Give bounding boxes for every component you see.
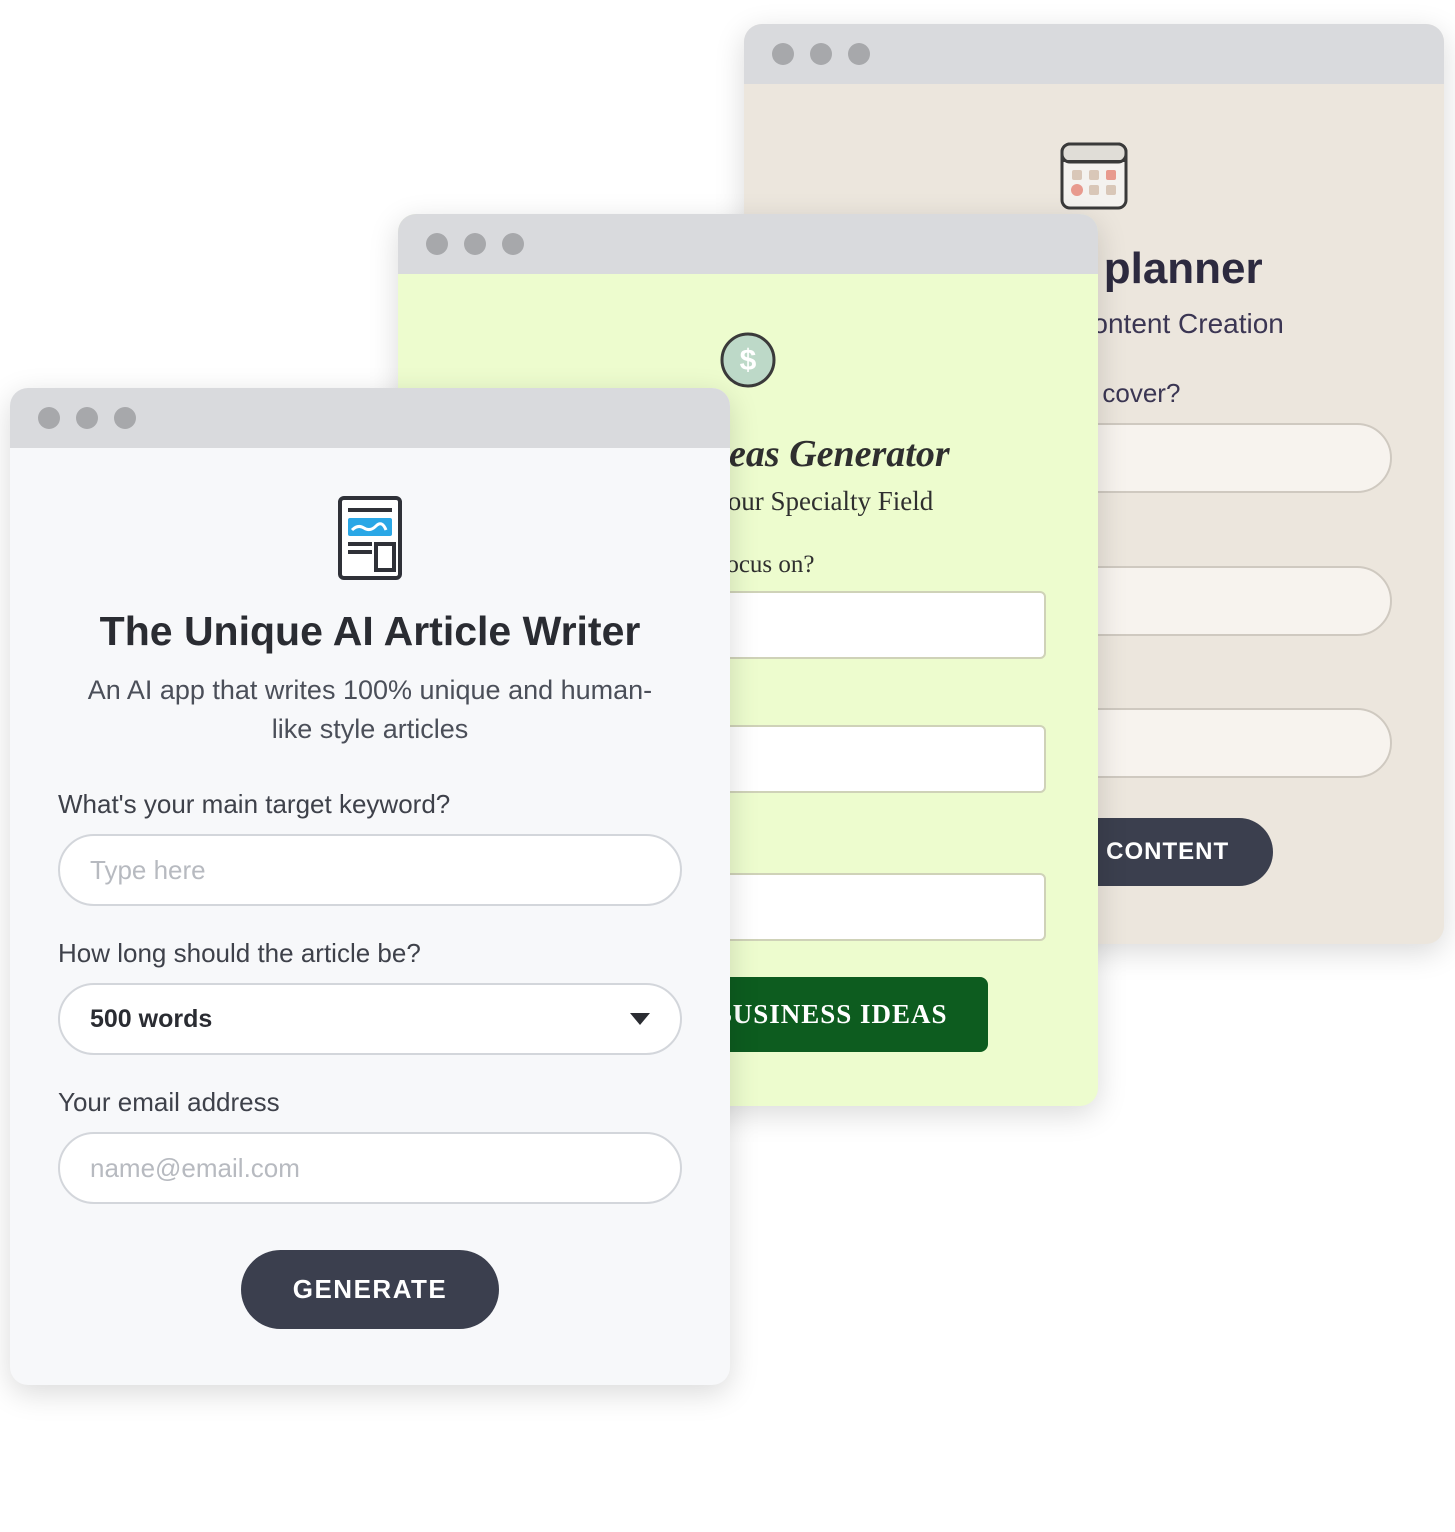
traffic-dot	[426, 233, 448, 255]
article-writer-window: The Unique AI Article Writer An AI app t…	[10, 388, 730, 1385]
svg-text:$: $	[740, 344, 757, 377]
traffic-dot	[848, 43, 870, 65]
keyword-input[interactable]	[58, 834, 682, 906]
traffic-dot	[502, 233, 524, 255]
email-label: Your email address	[58, 1087, 280, 1118]
length-select[interactable]: 500 words	[58, 983, 682, 1055]
traffic-dot	[114, 407, 136, 429]
select-value: 500 words	[90, 1005, 212, 1034]
email-input[interactable]	[58, 1132, 682, 1204]
article-page-icon	[320, 488, 420, 588]
length-select-wrap: 500 words	[58, 983, 682, 1055]
generate-button[interactable]: GENERATE	[241, 1250, 500, 1329]
titlebar	[398, 214, 1098, 274]
traffic-dot	[810, 43, 832, 65]
window-body: The Unique AI Article Writer An AI app t…	[10, 448, 730, 1385]
traffic-dot	[772, 43, 794, 65]
calendar-icon	[1044, 126, 1144, 226]
length-label: How long should the article be?	[58, 938, 421, 969]
app-title: The Unique AI Article Writer	[100, 608, 641, 655]
keyword-label: What's your main target keyword?	[58, 789, 450, 820]
traffic-dot	[38, 407, 60, 429]
app-subtitle: An AI app that writes 100% unique and hu…	[80, 671, 660, 749]
titlebar	[10, 388, 730, 448]
chevron-down-icon	[630, 1013, 650, 1025]
traffic-dot	[76, 407, 98, 429]
traffic-dot	[464, 233, 486, 255]
titlebar	[744, 24, 1444, 84]
